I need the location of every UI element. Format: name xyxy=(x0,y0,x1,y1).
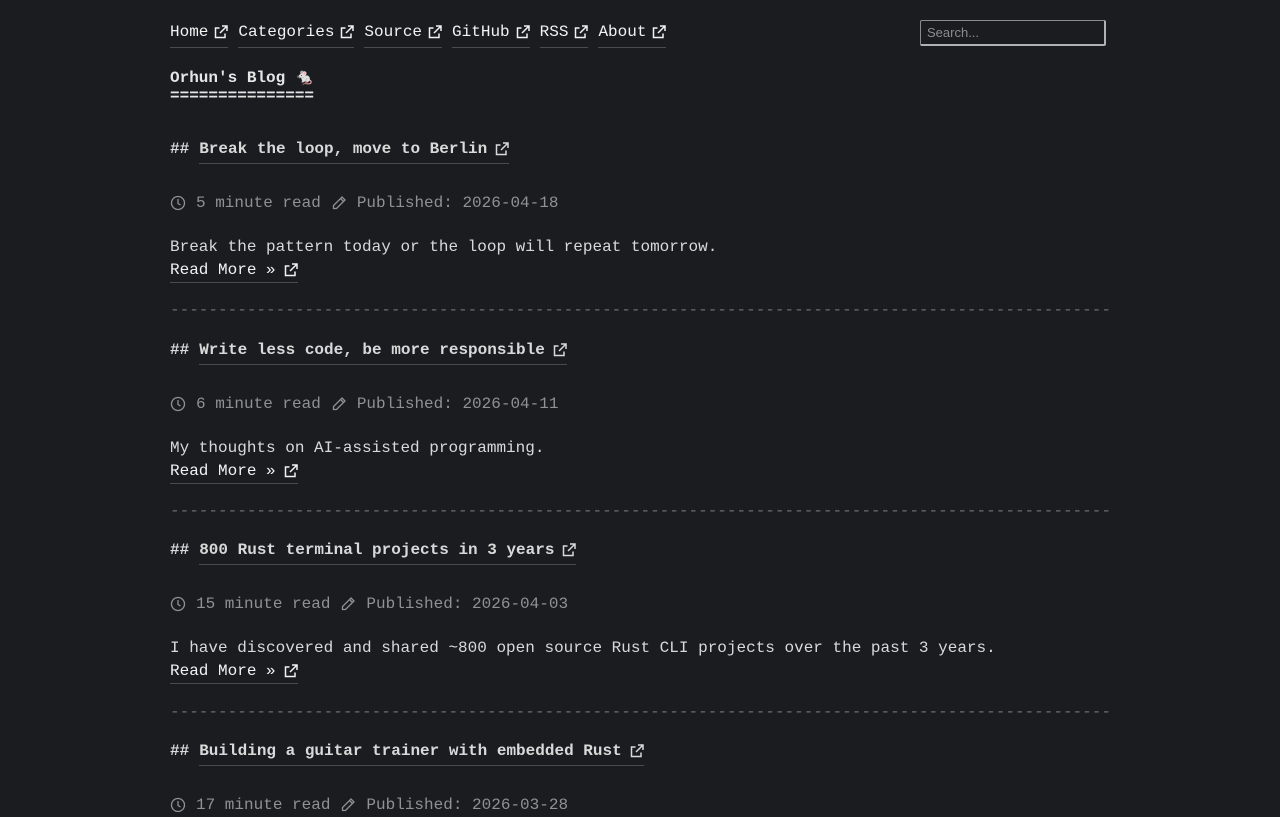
external-link-icon xyxy=(630,744,644,758)
post-heading-hash: ## xyxy=(170,140,190,158)
post-read-time: 5 minute read xyxy=(196,194,321,212)
pencil-icon xyxy=(340,797,356,813)
post-heading: ## 800 Rust terminal projects in 3 years xyxy=(170,538,1110,565)
nav-about-label: About xyxy=(598,23,647,41)
post-meta: 17 minute read Published: 2026-03-28 xyxy=(170,793,1110,817)
nav-home-link[interactable]: Home xyxy=(170,20,229,48)
nav-categories-label: Categories xyxy=(238,23,335,41)
post-divider: ----------------------------------------… xyxy=(170,503,1110,519)
blog-title-underline: =============== xyxy=(170,87,315,105)
post-meta: 6 minute read Published: 2026-04-11 xyxy=(170,392,1110,416)
post-published: Published: 2026-04-18 xyxy=(356,194,559,212)
external-link-icon xyxy=(574,25,589,39)
top-nav: Home Categories Source GitHub RSS About xyxy=(170,20,667,48)
post-heading: ## Building a guitar trainer with embedde… xyxy=(170,739,1110,766)
read-more-label: Read More » xyxy=(170,261,276,279)
post-divider: ----------------------------------------… xyxy=(170,704,1110,720)
post-summary: My thoughts on AI-assisted programming. xyxy=(170,439,545,457)
pencil-icon xyxy=(331,396,347,412)
external-link-icon xyxy=(553,343,567,357)
post-title: Building a guitar trainer with embedded … xyxy=(199,742,622,760)
external-link-icon xyxy=(516,25,530,39)
post-title: 800 Rust terminal projects in 3 years xyxy=(199,541,555,559)
external-link-icon xyxy=(495,142,509,156)
post-read-time: 17 minute read xyxy=(196,796,331,814)
post-item: ## Write less code, be more responsible 6… xyxy=(170,338,1110,484)
clock-icon xyxy=(170,195,186,211)
external-link-icon xyxy=(562,543,577,557)
clock-icon xyxy=(170,396,186,412)
post-meta: 15 minute read Published: 2026-04-03 xyxy=(170,592,1110,616)
post-title-link[interactable]: Building a guitar trainer with embedded … xyxy=(199,739,644,766)
post-published: Published: 2026-04-11 xyxy=(356,395,559,413)
pencil-icon xyxy=(331,195,347,211)
nav-rss-link[interactable]: RSS xyxy=(539,20,589,48)
read-more-link[interactable]: Read More » xyxy=(170,460,298,484)
post-heading-hash: ## xyxy=(170,742,190,760)
search-input[interactable] xyxy=(920,20,1106,46)
post-title-link[interactable]: Break the loop, move to Berlin xyxy=(199,137,510,164)
read-more-link[interactable]: Read More » xyxy=(170,660,298,684)
nav-home-label: Home xyxy=(170,23,209,41)
post-read-time: 15 minute read xyxy=(196,595,331,613)
read-more-link[interactable]: Read More » xyxy=(170,259,298,283)
external-link-icon xyxy=(214,25,229,39)
nav-github-label: GitHub xyxy=(452,23,510,41)
nav-about-link[interactable]: About xyxy=(598,20,667,48)
blog-title: Orhun's Blog 🐁 =============== xyxy=(170,66,315,104)
external-link-icon xyxy=(652,25,667,39)
external-link-icon xyxy=(284,464,298,478)
external-link-icon xyxy=(340,25,355,39)
nav-github-link[interactable]: GitHub xyxy=(452,20,530,48)
post-read-time: 6 minute read xyxy=(196,395,321,413)
pencil-icon xyxy=(340,596,356,612)
blog-title-text: Orhun's Blog 🐁 xyxy=(170,69,315,87)
external-link-icon xyxy=(284,263,298,277)
post-heading-hash: ## xyxy=(170,341,190,359)
post-meta: 5 minute read Published: 2026-04-18 xyxy=(170,191,1110,215)
nav-categories-link[interactable]: Categories xyxy=(238,20,355,48)
post-title-link[interactable]: 800 Rust terminal projects in 3 years xyxy=(199,538,577,565)
nav-source-link[interactable]: Source xyxy=(364,20,443,48)
clock-icon xyxy=(170,797,186,813)
post-divider: ----------------------------------------… xyxy=(170,302,1110,318)
nav-source-label: Source xyxy=(364,23,423,41)
post-item: ## 800 Rust terminal projects in 3 years … xyxy=(170,538,1110,684)
post-title-link[interactable]: Write less code, be more responsible xyxy=(199,338,567,365)
post-summary: Break the pattern today or the loop will… xyxy=(170,238,718,256)
post-heading: ## Write less code, be more responsible xyxy=(170,338,1110,365)
post-heading-hash: ## xyxy=(170,541,190,559)
post-heading: ## Break the loop, move to Berlin xyxy=(170,137,1110,164)
post-published: Published: 2026-04-03 xyxy=(366,595,569,613)
post-item: ## Building a guitar trainer with embedde… xyxy=(170,739,1110,817)
read-more-label: Read More » xyxy=(170,462,276,480)
post-summary: I have discovered and shared ~800 open s… xyxy=(170,639,996,657)
clock-icon xyxy=(170,596,186,612)
post-item: ## Break the loop, move to Berlin 5 minut… xyxy=(170,137,1110,283)
external-link-icon xyxy=(428,25,442,39)
read-more-label: Read More » xyxy=(170,662,276,680)
external-link-icon xyxy=(284,664,298,678)
post-title: Write less code, be more responsible xyxy=(199,341,545,359)
nav-rss-label: RSS xyxy=(539,23,569,41)
post-title: Break the loop, move to Berlin xyxy=(199,140,488,158)
post-published: Published: 2026-03-28 xyxy=(366,796,569,814)
